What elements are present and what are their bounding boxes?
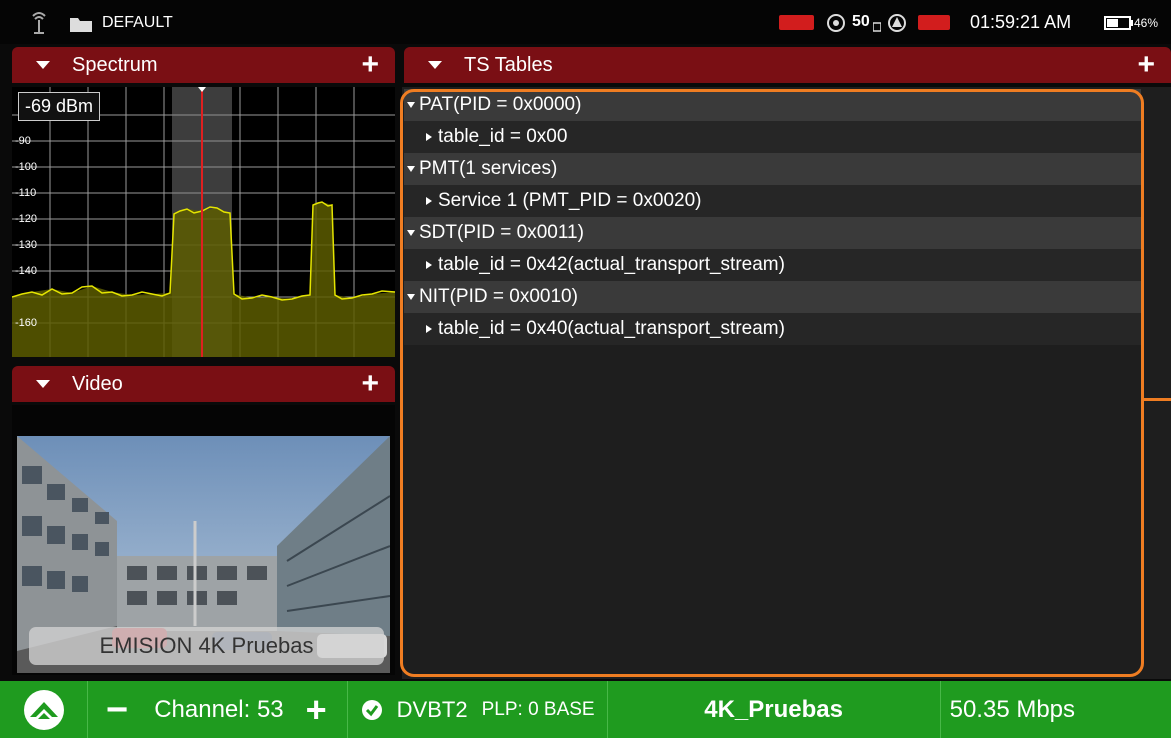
lock-check-icon [361, 699, 382, 720]
home-button[interactable] [0, 681, 87, 738]
channel-up-button[interactable]: + [306, 691, 327, 728]
separator [87, 681, 88, 738]
separator [939, 681, 941, 738]
y-tick-label: -100 [15, 161, 38, 173]
frame-connector [1144, 398, 1171, 401]
status-bar: DEFAULT 50 01:59:21 AM 46% [0, 0, 1171, 44]
antenna-icon [32, 12, 46, 34]
record-badge-icon [779, 15, 814, 30]
battery-level: 46% [1134, 16, 1159, 30]
y-tick-label: -130 [15, 239, 38, 251]
selection-frame [400, 89, 1144, 677]
add-video-button[interactable]: + [361, 369, 379, 399]
spectrum-plot[interactable]: -69 dBm -90 -100 -110 -120 -130 -140 -16… [12, 87, 395, 357]
ts-tables-title: TS Tables [464, 53, 553, 76]
bitrate-readout: 50.35 Mbps [949, 695, 1076, 723]
service-name[interactable]: 4K_Pruebas [608, 696, 940, 724]
collapse-icon[interactable] [36, 61, 50, 69]
alert-icon [888, 14, 906, 32]
battery-icon [1104, 16, 1133, 30]
ur-badge-icon [918, 15, 950, 30]
clock: 01:59:21 AM [970, 12, 1072, 32]
add-spectrum-button[interactable]: + [361, 50, 379, 80]
profile-name: DEFAULT [102, 14, 173, 31]
video-caption: EMISION 4K Pruebas [29, 627, 384, 665]
y-tick-label: -120 [15, 213, 38, 225]
y-tick-label: -110 [15, 187, 37, 199]
collapse-icon[interactable] [36, 380, 50, 388]
spectrum-title: Spectrum [72, 53, 158, 76]
collapse-icon[interactable] [428, 61, 442, 69]
channel-count-badge: 50 [852, 13, 870, 30]
folder-icon [70, 18, 92, 32]
bottom-bar: − Channel: 53 + DVBT2 PLP: 0 BASE 4K_Pru… [0, 681, 1171, 738]
dolby-icon [873, 22, 881, 32]
spectrum-fill [12, 202, 395, 357]
spectrum-panel-header[interactable]: Spectrum + [12, 47, 395, 83]
video-title: Video [72, 372, 123, 395]
channel-down-button[interactable]: − [106, 691, 128, 729]
channel-label: Channel: 53 [154, 695, 284, 723]
y-tick-label: -90 [15, 135, 31, 147]
home-logo-icon [23, 689, 64, 730]
add-ts-tables-button[interactable]: + [1137, 50, 1155, 80]
ts-tables-panel-header[interactable]: TS Tables + [404, 47, 1171, 83]
standard-label: DVBT2 [396, 696, 468, 722]
spectrum-graph [12, 87, 395, 357]
separator [346, 681, 348, 738]
level-readout: -69 dBm [18, 92, 101, 121]
y-tick-label: -160 [15, 317, 38, 329]
plp-label: PLP: 0 BASE [481, 698, 595, 720]
video-panel: EMISION 4K Pruebas [12, 405, 395, 675]
y-tick-label: -140 [15, 265, 38, 277]
satellite-icon [827, 14, 845, 32]
video-panel-header[interactable]: Video + [12, 366, 395, 402]
